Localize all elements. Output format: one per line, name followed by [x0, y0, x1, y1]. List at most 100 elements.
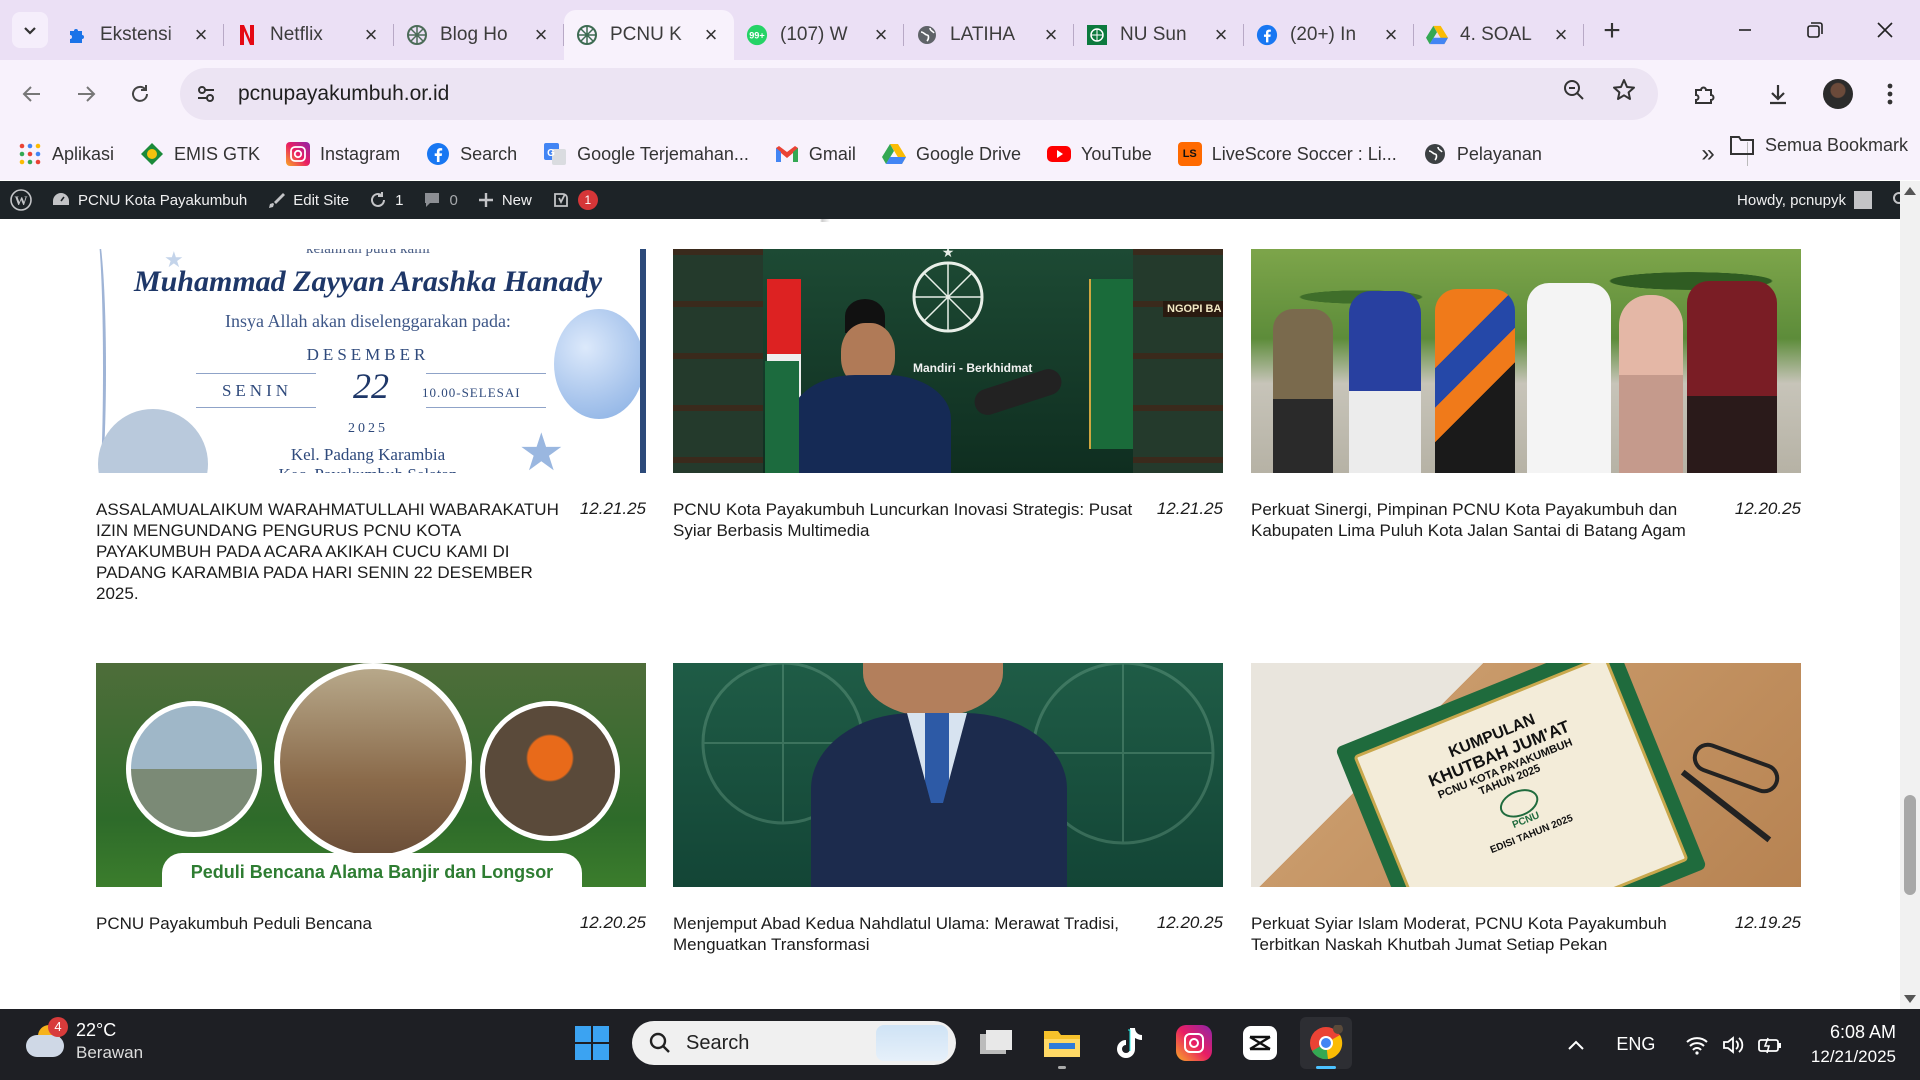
scroll-down-arrow[interactable]	[1904, 995, 1916, 1003]
file-explorer-button[interactable]	[1036, 1017, 1088, 1069]
netflix-icon	[236, 24, 258, 46]
close-icon[interactable]: ×	[530, 22, 552, 47]
capcut-button[interactable]	[1234, 1017, 1286, 1069]
instagram-icon	[286, 142, 311, 166]
bookmark-search[interactable]: Search	[418, 134, 525, 174]
bookmark-google-drive[interactable]: Google Drive	[874, 134, 1029, 174]
tab-nu-sumbar[interactable]: NU Sun ×	[1074, 10, 1244, 60]
bookmark-instagram[interactable]: Instagram	[278, 134, 408, 174]
post-card[interactable]: Menjemput Abad Kedua Nahdlatul Ulama: Me…	[673, 663, 1223, 955]
bookmark-livescore[interactable]: LS LiveScore Soccer : Li...	[1170, 134, 1405, 174]
close-icon[interactable]: ×	[1210, 22, 1232, 47]
post-thumbnail[interactable]: Peduli Bencana Alama Banjir dan Longsor	[96, 663, 646, 887]
wp-logo-menu[interactable]: W	[0, 181, 42, 219]
close-icon[interactable]: ×	[870, 22, 892, 47]
bookmark-aplikasi[interactable]: Aplikasi	[10, 134, 122, 174]
close-icon[interactable]: ×	[360, 22, 382, 47]
all-bookmarks-button[interactable]: Semua Bookmark	[1729, 134, 1908, 156]
screen: Ekstensi × Netflix × Blog Ho × PCNU K × …	[0, 0, 1920, 1080]
bookmark-pelayanan[interactable]: Pelayanan	[1415, 134, 1550, 174]
wp-updates[interactable]: 1	[359, 181, 413, 219]
post-thumbnail[interactable]: ★ ★ kelahiran putra kami Muhammad Zayyan…	[96, 249, 646, 473]
close-icon[interactable]: ×	[1040, 22, 1062, 47]
post-thumbnail[interactable]: ★ Mandiri - Berkhidmat NGOPI BA	[673, 249, 1223, 473]
forward-button[interactable]	[64, 72, 108, 116]
post-card[interactable]: Perkuat Sinergi, Pimpinan PCNU Kota Paya…	[1251, 249, 1801, 541]
bookshelf-decoration	[673, 249, 763, 473]
post-title[interactable]: PCNU Payakumbuh Peduli Bencana	[96, 913, 372, 934]
quick-settings-button[interactable]	[1671, 1035, 1797, 1055]
downloads-button[interactable]	[1748, 72, 1808, 116]
site-info-icon[interactable]	[186, 74, 226, 114]
close-icon[interactable]: ×	[190, 22, 212, 47]
scroll-up-arrow[interactable]	[1904, 187, 1916, 195]
tab-ekstensi[interactable]: Ekstensi ×	[54, 10, 224, 60]
tab-facebook[interactable]: (20+) In ×	[1244, 10, 1414, 60]
tab-soal[interactable]: 4. SOAL ×	[1414, 10, 1584, 60]
tab-whatsapp[interactable]: 99+ (107) W ×	[734, 10, 904, 60]
post-title[interactable]: Perkuat Sinergi, Pimpinan PCNU Kota Paya…	[1251, 499, 1715, 541]
post-title[interactable]: Perkuat Syiar Islam Moderat, PCNU Kota P…	[1251, 913, 1715, 955]
bookmark-translate[interactable]: G Google Terjemahan...	[535, 134, 757, 174]
close-icon[interactable]: ×	[1550, 22, 1572, 47]
bookmarks-overflow-button[interactable]: »	[1688, 136, 1728, 172]
taskbar-search[interactable]: Search	[632, 1021, 956, 1065]
weather-condition: Berawan	[76, 1042, 144, 1062]
back-button[interactable]	[10, 72, 54, 116]
restore-button[interactable]	[1780, 0, 1850, 60]
post-thumbnail[interactable]	[673, 663, 1223, 887]
weather-widget[interactable]: 4 22°C Berawan	[24, 1017, 144, 1063]
tab-pcnu-active[interactable]: PCNU K ×	[564, 10, 734, 60]
bookmark-star-icon[interactable]	[1612, 78, 1636, 107]
start-button[interactable]	[566, 1017, 618, 1069]
wp-edit-site[interactable]: Edit Site	[257, 181, 359, 219]
post-title[interactable]: PCNU Kota Payakumbuh Luncurkan Inovasi S…	[673, 499, 1137, 541]
tiktok-button[interactable]	[1102, 1017, 1154, 1069]
close-window-button[interactable]	[1850, 0, 1920, 60]
person-figure	[1527, 283, 1611, 473]
language-indicator[interactable]: ENG	[1601, 1034, 1671, 1055]
brush-icon	[269, 193, 286, 208]
bookmark-gmail[interactable]: Gmail	[767, 134, 864, 174]
person-figure	[1273, 309, 1333, 473]
bookmark-youtube[interactable]: YouTube	[1039, 134, 1160, 174]
post-card[interactable]: ★ ★ kelahiran putra kami Muhammad Zayyan…	[96, 249, 646, 604]
new-tab-button[interactable]: +	[1592, 11, 1632, 51]
bookmark-emis[interactable]: EMIS GTK	[132, 134, 268, 174]
close-icon[interactable]: ×	[1380, 22, 1402, 47]
post-card[interactable]: KUMPULAN KHUTBAH JUM'AT PCNU KOTA PAYAKU…	[1251, 663, 1801, 955]
show-hidden-icons-button[interactable]	[1551, 1039, 1601, 1051]
wp-site-name[interactable]: PCNU Kota Payakumbuh	[42, 181, 257, 219]
post-title[interactable]: Menjemput Abad Kedua Nahdlatul Ulama: Me…	[673, 913, 1137, 955]
url-text[interactable]: pcnupayakumbuh.or.id	[238, 82, 449, 106]
post-title[interactable]: ASSALAMUALAIKUM WARAHMATULLAHI WABARAKAT…	[96, 499, 560, 604]
post-card[interactable]: ★ Mandiri - Berkhidmat NGOPI BA PCNU Kot…	[673, 249, 1223, 541]
address-bar[interactable]: pcnupayakumbuh.or.id	[180, 68, 1658, 120]
page-scrollbar[interactable]	[1900, 181, 1920, 1009]
wp-yoast-seo[interactable]: 1	[542, 181, 608, 219]
minimize-button[interactable]	[1710, 0, 1780, 60]
livescore-icon: LS	[1177, 142, 1202, 166]
reload-button[interactable]	[118, 72, 162, 116]
tab-latihan[interactable]: LATIHA ×	[904, 10, 1074, 60]
clock[interactable]: 6:08 AM 12/21/2025	[1797, 1022, 1920, 1067]
tab-blog[interactable]: Blog Ho ×	[394, 10, 564, 60]
extensions-button[interactable]	[1674, 72, 1734, 116]
tab-search-button[interactable]	[12, 12, 48, 48]
task-view-button[interactable]	[970, 1017, 1022, 1069]
instagram-button[interactable]	[1168, 1017, 1220, 1069]
profile-avatar[interactable]	[1808, 72, 1868, 116]
wp-account-menu[interactable]: Howdy, pcnupyk	[1727, 181, 1882, 219]
wp-comments[interactable]: 0	[413, 181, 467, 219]
tab-netflix[interactable]: Netflix ×	[224, 10, 394, 60]
avatar	[1854, 191, 1872, 209]
wp-new-content[interactable]: New	[468, 181, 542, 219]
menu-button[interactable]	[1868, 72, 1912, 116]
post-thumbnail[interactable]: KUMPULAN KHUTBAH JUM'AT PCNU KOTA PAYAKU…	[1251, 663, 1801, 887]
close-icon[interactable]: ×	[700, 22, 722, 47]
scrollbar-thumb[interactable]	[1904, 795, 1916, 895]
zoom-icon[interactable]	[1562, 78, 1586, 107]
chrome-button[interactable]	[1300, 1017, 1352, 1069]
post-card[interactable]: Peduli Bencana Alama Banjir dan Longsor …	[96, 663, 646, 934]
post-thumbnail[interactable]	[1251, 249, 1801, 473]
